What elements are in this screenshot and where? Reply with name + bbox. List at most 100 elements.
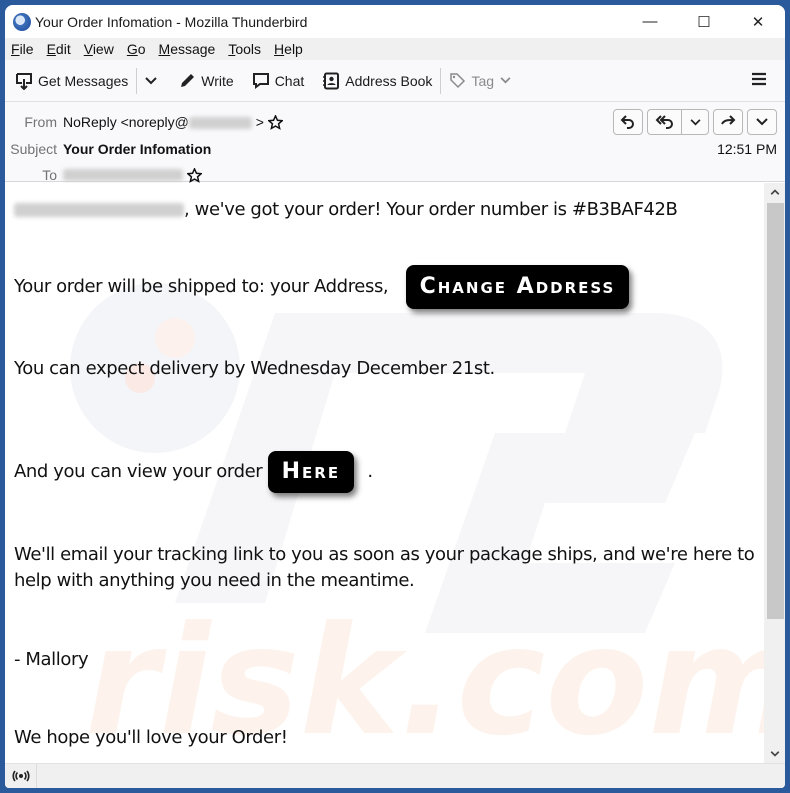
tag-button[interactable]: Tag (449, 66, 511, 96)
menu-file[interactable]: File (11, 41, 34, 57)
star-icon[interactable] (267, 114, 283, 130)
view-order-text: And you can view your order (14, 461, 263, 482)
menu-message[interactable]: Message (159, 41, 216, 57)
more-actions-button[interactable] (747, 109, 777, 135)
reply-all-split (647, 109, 709, 135)
menu-label: o (137, 41, 146, 57)
status-bar (5, 763, 785, 788)
app-menu-button[interactable] (751, 72, 767, 91)
menu-label: dit (55, 41, 71, 57)
signature: - Mallory (14, 649, 89, 670)
change-address-button[interactable]: Change Address (405, 265, 630, 309)
get-messages-button[interactable]: Get Messages (15, 66, 128, 96)
menu-tools[interactable]: Tools (228, 41, 261, 57)
subject-label: Subject (10, 141, 57, 157)
chevron-down-icon (690, 118, 700, 125)
get-messages-dropdown[interactable] (145, 66, 157, 96)
redacted-recipient[interactable] (63, 169, 183, 181)
shipping-text: Your order will be shipped to: your Addr… (14, 276, 389, 297)
greeting-line: , we've got your order! Your order numbe… (14, 197, 678, 223)
from-value[interactable]: NoReply <noreply@ > (63, 114, 264, 130)
subject-value: Your Order Infomation (63, 141, 212, 157)
here-button[interactable]: Here (267, 451, 355, 493)
chat-label: Chat (274, 72, 305, 89)
chevron-down-icon (145, 76, 157, 84)
order-number-text: , we've got your order! Your order numbe… (184, 199, 678, 220)
delivery-line: You can expect delivery by Wednesday Dec… (14, 358, 495, 379)
menu-edit[interactable]: Edit (47, 41, 71, 57)
menu-accel: G (126, 41, 138, 57)
star-icon[interactable] (187, 167, 202, 183)
address-book-button[interactable]: Address Book (322, 66, 432, 96)
write-button[interactable]: Write (179, 66, 234, 96)
sender-suffix: > (255, 114, 264, 130)
scrollbar-thumb[interactable] (767, 203, 784, 619)
window-title: Your Order Infomation - Mozilla Thunderb… (35, 13, 308, 30)
menu-accel: E (46, 41, 56, 57)
main-toolbar: Get Messages Write Chat Address Book Tag (5, 60, 785, 102)
maximize-button[interactable]: ☐ (677, 5, 731, 38)
subject-row: Subject Your Order Infomation (5, 138, 211, 160)
period-text: . (367, 461, 373, 482)
tag-label: Tag (471, 72, 495, 89)
get-messages-label: Get Messages (38, 72, 129, 89)
message-header: From NoReply <noreply@ > Subject Your Or… (5, 102, 785, 183)
from-label: From (24, 114, 57, 130)
message-body: risk.com , we've got your order! Your or… (5, 183, 764, 763)
minimize-button[interactable]: — (623, 5, 677, 38)
menu-accel: F (11, 41, 20, 57)
reply-all-icon (655, 115, 673, 129)
tag-icon (449, 72, 466, 89)
thunderbird-window: Your Order Infomation - Mozilla Thunderb… (5, 5, 785, 788)
reply-button[interactable] (613, 109, 643, 135)
menu-accel: H (274, 41, 285, 57)
vertical-scrollbar[interactable] (764, 183, 785, 763)
write-label: Write (201, 72, 234, 89)
chevron-down-icon (500, 77, 511, 84)
redacted-recipient-email (14, 203, 184, 217)
chevron-down-icon (770, 751, 779, 757)
title-bar: Your Order Infomation - Mozilla Thunderb… (5, 5, 785, 38)
forward-arrow-icon (721, 115, 736, 125)
tracking-line-1: We'll email your tracking link to you as… (14, 544, 755, 565)
menu-label: iew (92, 41, 114, 57)
to-label: To (42, 167, 57, 183)
sender-name: NoReply <noreply@ (63, 114, 189, 130)
download-message-icon (15, 72, 33, 90)
menu-label: ile (19, 41, 34, 57)
online-status-icon[interactable] (5, 763, 37, 788)
menu-accel: M (158, 41, 171, 57)
menu-go[interactable]: Go (127, 41, 146, 57)
redacted-domain (188, 117, 252, 130)
shipping-line: Your order will be shipped to: your Addr… (14, 265, 630, 309)
pencil-icon (179, 72, 196, 89)
menu-accel: V (83, 41, 93, 57)
view-order-line: And you can view your order Here . (14, 451, 373, 493)
window-controls: — ☐ ✕ (623, 5, 785, 38)
scroll-down-button[interactable] (764, 745, 785, 763)
address-book-icon (322, 72, 340, 90)
menu-label: ools (235, 41, 262, 57)
message-actions (613, 109, 777, 135)
chevron-down-icon (756, 118, 768, 126)
message-time: 12:51 PM (717, 141, 777, 157)
reply-icon (620, 115, 634, 129)
close-button[interactable]: ✕ (731, 5, 785, 38)
menu-view[interactable]: View (84, 41, 114, 57)
thunderbird-logo-icon (13, 12, 31, 31)
menu-help[interactable]: Help (274, 41, 303, 57)
menu-label: essage (170, 41, 216, 57)
scroll-up-button[interactable] (764, 183, 785, 201)
hamburger-menu-icon (752, 72, 766, 86)
chat-bubble-icon (252, 72, 270, 89)
toolbar-separator (440, 67, 442, 94)
reply-all-dropdown[interactable] (681, 110, 708, 134)
tracking-line-2: help with anything you need in the meant… (14, 570, 415, 591)
menu-label: elp (284, 41, 303, 57)
menu-bar: File Edit View Go Message Tools Help (5, 38, 785, 60)
chevron-up-icon (770, 189, 779, 195)
forward-button[interactable] (713, 109, 743, 135)
reply-all-button[interactable] (648, 110, 681, 134)
chat-button[interactable]: Chat (252, 66, 305, 96)
address-book-label: Address Book (345, 72, 433, 89)
